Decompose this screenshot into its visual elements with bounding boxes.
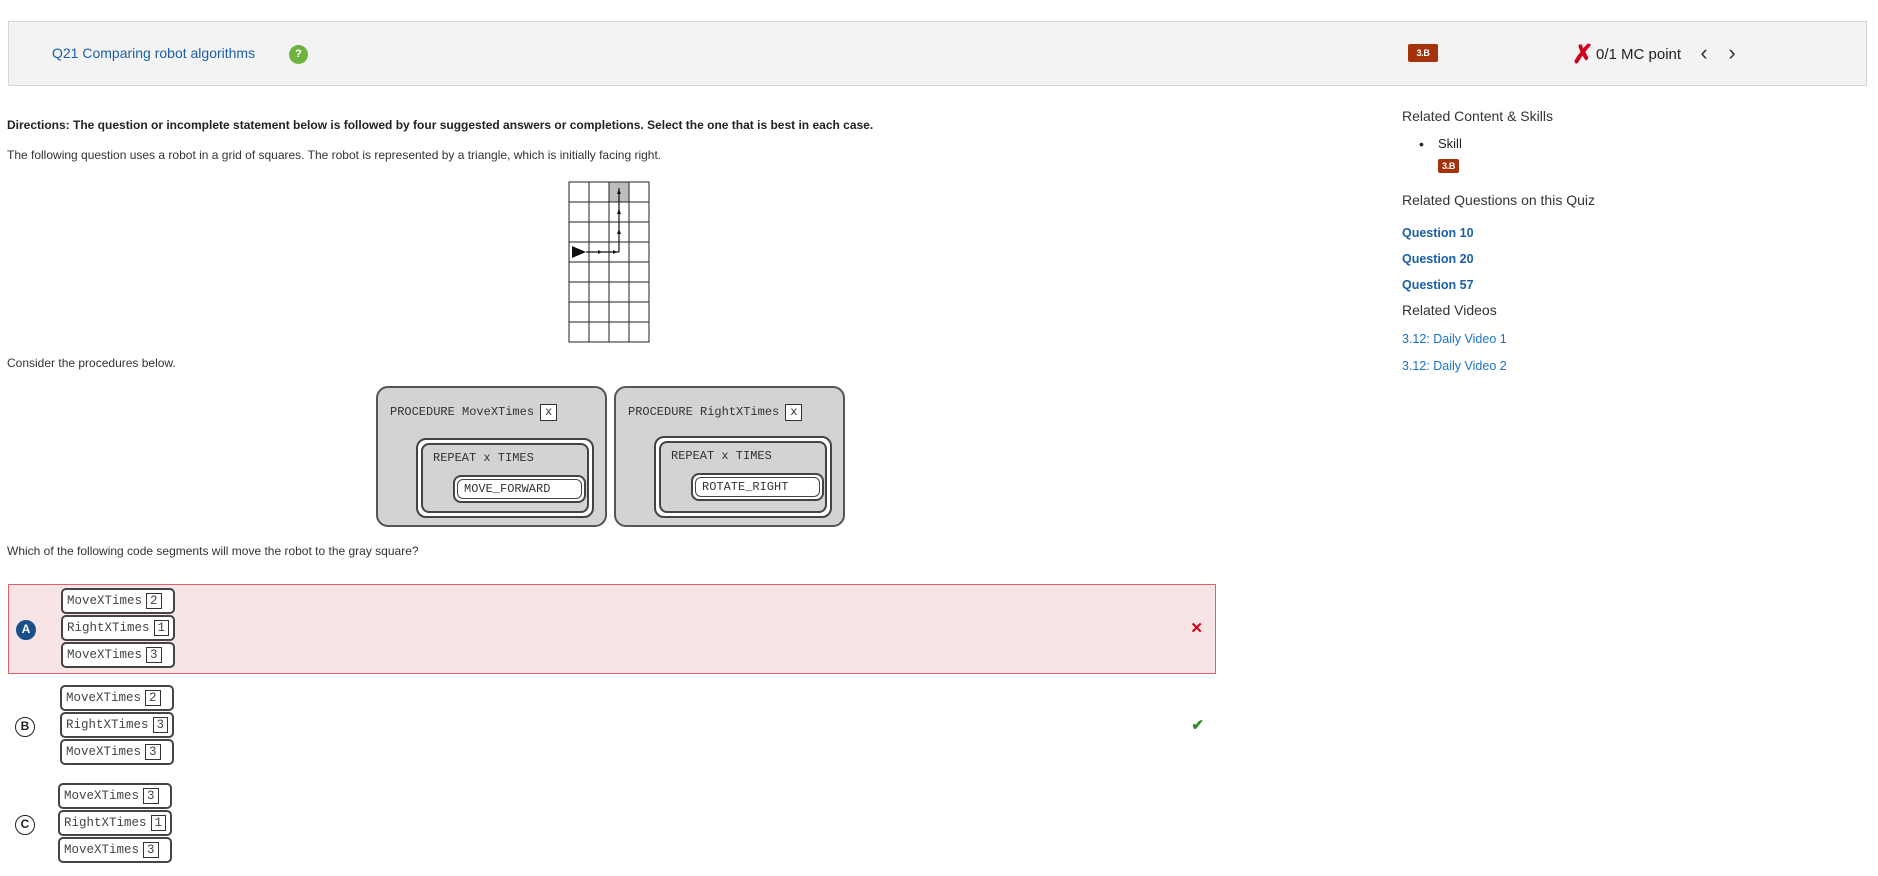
skill-badge[interactable]: 3.B	[1438, 159, 1460, 173]
related-video-link[interactable]: 3.12: Daily Video 2	[1402, 359, 1862, 373]
procedure-header: PROCEDURE RightXTimes	[628, 405, 780, 419]
code-line: MoveXTimes 3	[61, 642, 176, 668]
command-label: ROTATE_RIGHT	[695, 477, 820, 497]
code-line: MoveXTimes 3	[58, 783, 173, 809]
red-x-icon: ✗	[1572, 39, 1594, 69]
robot-grid	[568, 181, 650, 343]
robot-grid-figure	[568, 180, 652, 349]
code-segment: MoveXTimes 2 RightXTimes 1 MoveXTimes 3	[61, 588, 176, 669]
code-segment: MoveXTimes 3 RightXTimes 1 MoveXTimes 3	[58, 783, 173, 864]
related-video-link[interactable]: 3.12: Daily Video 1	[1402, 332, 1862, 346]
answer-choice-c[interactable]: C MoveXTimes 3 RightXTimes 1 MoveXTimes 3	[8, 780, 1216, 870]
chevron-right-icon[interactable]: ›	[1720, 40, 1744, 68]
procedure-param: x	[540, 404, 558, 421]
intro-text: The following question uses a robot in a…	[7, 148, 662, 162]
answer-choice-b[interactable]: B MoveXTimes 2 RightXTimes 3 MoveXTimes 3 ✔	[8, 682, 1216, 772]
question-mark-icon[interactable]: ?	[289, 45, 308, 64]
related-question-link[interactable]: Question 20	[1402, 252, 1862, 266]
code-line: RightXTimes 3	[60, 712, 175, 738]
choice-letter-a[interactable]: A	[16, 620, 36, 640]
related-question-link[interactable]: Question 57	[1402, 278, 1862, 292]
code-line: MoveXTimes 3	[60, 739, 175, 765]
question-header: Q21 Comparing robot algorithms ? 3.B ✗ 0…	[8, 21, 1867, 86]
choice-letter-b[interactable]: B	[15, 717, 35, 737]
answer-choice-a[interactable]: A MoveXTimes 2 RightXTimes 1 MoveXTimes 3 ✕	[8, 584, 1216, 674]
related-questions-heading: Related Questions on this Quiz	[1402, 192, 1595, 208]
choice-letter-c[interactable]: C	[15, 815, 35, 835]
procedure-header: PROCEDURE MoveXTimes	[390, 405, 535, 419]
procedure-param: x	[785, 404, 803, 421]
procedure-movextimes: PROCEDURE MoveXTimes x REPEAT x TIMES MOV…	[376, 386, 607, 527]
directions-text: Directions: The question or incomplete s…	[7, 118, 874, 132]
score-text: 0/1 MC point	[1596, 46, 1682, 63]
code-line: MoveXTimes 3	[58, 837, 173, 863]
robot-triangle	[572, 246, 586, 258]
checkmark-icon: ✔	[1191, 717, 1204, 734]
related-question-link[interactable]: Question 10	[1402, 226, 1862, 240]
code-line: RightXTimes 1	[58, 810, 173, 836]
code-segment: MoveXTimes 2 RightXTimes 3 MoveXTimes 3	[60, 685, 175, 766]
skill-list-item: Skill	[1402, 136, 1862, 152]
chevron-left-icon[interactable]: ‹	[1692, 40, 1716, 68]
command-label: MOVE_FORWARD	[457, 479, 582, 499]
related-sidebar: Related Content & Skills Skill 3.B Relat…	[1402, 108, 1862, 386]
code-line: MoveXTimes 2	[60, 685, 175, 711]
repeat-label: REPEAT x TIMES	[671, 449, 772, 463]
procedure-rightxtimes: PROCEDURE RightXTimes x REPEAT x TIMES RO…	[614, 386, 845, 527]
related-content-heading: Related Content & Skills	[1402, 108, 1553, 124]
related-videos-heading: Related Videos	[1402, 302, 1497, 318]
repeat-label: REPEAT x TIMES	[433, 451, 534, 465]
skill-badge: 3.B	[1408, 44, 1438, 62]
consider-text: Consider the procedures below.	[7, 356, 176, 370]
code-line: MoveXTimes 2	[61, 588, 176, 614]
code-line: RightXTimes 1	[61, 615, 176, 641]
question-prompt: Which of the following code segments wil…	[7, 544, 419, 558]
question-title-link[interactable]: Q21 Comparing robot algorithms	[52, 45, 255, 61]
wrong-x-icon: ✕	[1190, 620, 1203, 637]
